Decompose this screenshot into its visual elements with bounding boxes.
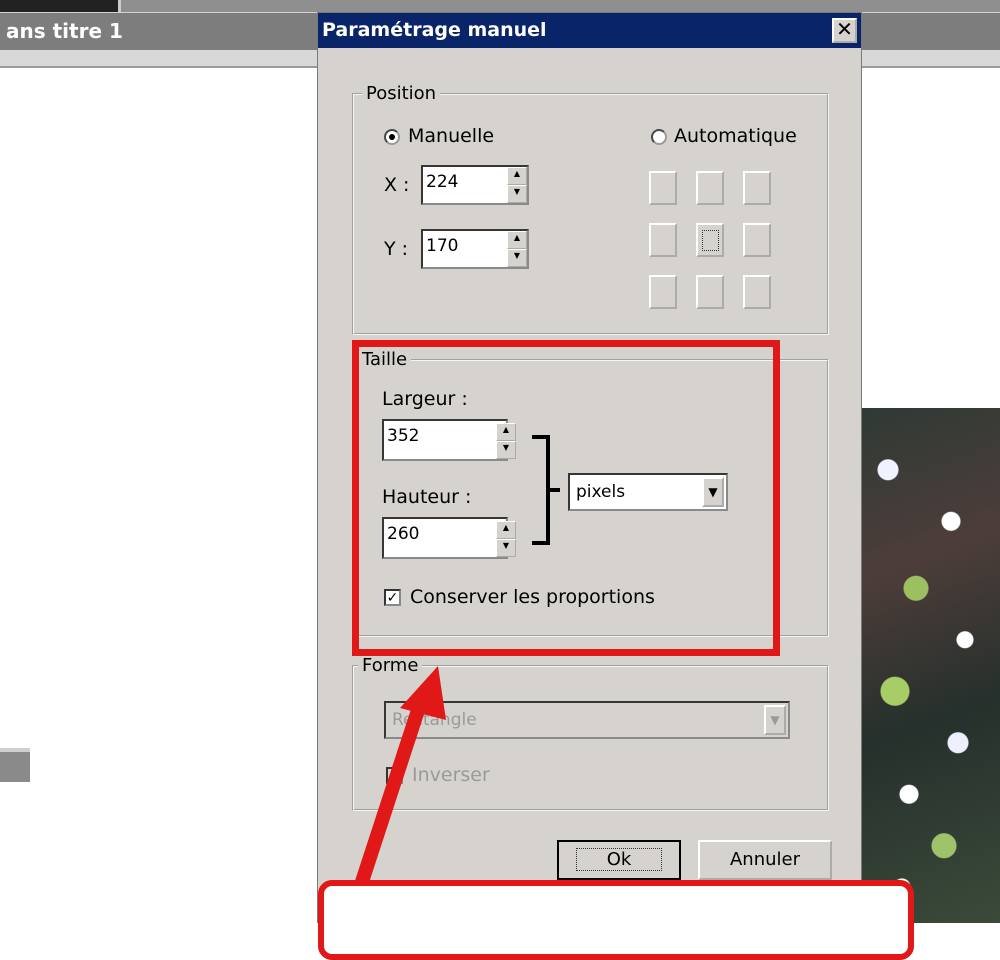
anchor-top-center[interactable]	[696, 171, 724, 205]
y-input-value: 170	[426, 236, 459, 256]
canvas-photo	[858, 408, 1000, 923]
anchor-bottom-center[interactable]	[696, 275, 724, 309]
anchor-center[interactable]	[696, 223, 724, 257]
position-group: Position Manuelle Automatique X : 224 ▲ ▼…	[352, 82, 829, 335]
spin-up-icon[interactable]: ▲	[507, 231, 527, 249]
app-toolbar-strip	[0, 0, 1000, 12]
dialog-title: Paramétrage manuel	[322, 19, 547, 41]
cancel-button[interactable]: Annuler	[698, 840, 832, 880]
manual-radio-label: Manuelle	[408, 125, 495, 147]
anchor-top-right[interactable]	[743, 171, 771, 205]
position-legend: Position	[362, 82, 441, 106]
y-spinner[interactable]: ▲ ▼	[507, 231, 527, 267]
y-label: Y :	[384, 238, 409, 260]
document-tab[interactable]: ans titre 1	[0, 13, 320, 50]
automatic-radio[interactable]	[651, 129, 667, 145]
spin-down-icon[interactable]: ▼	[507, 185, 527, 203]
cancel-button-label: Annuler	[729, 849, 800, 870]
manual-radio[interactable]	[384, 129, 400, 145]
anchor-middle-right[interactable]	[743, 223, 771, 257]
app-thumbnail	[0, 0, 121, 12]
anchor-bottom-left[interactable]	[649, 275, 677, 309]
arrow-annotation-icon	[351, 666, 446, 897]
x-spinner[interactable]: ▲ ▼	[507, 167, 527, 203]
automatic-radio-label: Automatique	[674, 125, 797, 147]
anchor-top-left[interactable]	[649, 171, 677, 205]
ok-button-label: Ok	[575, 848, 663, 871]
document-tab-strip	[862, 13, 1000, 50]
close-icon: ✕	[836, 17, 853, 41]
x-label: X :	[384, 174, 410, 196]
x-input-value: 224	[426, 172, 459, 192]
scroll-handle[interactable]	[0, 748, 30, 782]
callout-box	[318, 880, 914, 960]
spin-down-icon[interactable]: ▼	[507, 249, 527, 267]
close-button[interactable]: ✕	[832, 18, 857, 43]
highlight-frame	[352, 340, 780, 656]
spin-up-icon[interactable]: ▲	[507, 167, 527, 185]
anchor-middle-left[interactable]	[649, 223, 677, 257]
anchor-bottom-right[interactable]	[743, 275, 771, 309]
dropdown-arrow-icon[interactable]: ▼	[764, 705, 786, 735]
dialog-title-bar: Paramétrage manuel	[318, 13, 861, 48]
ok-button[interactable]: Ok	[557, 840, 681, 880]
